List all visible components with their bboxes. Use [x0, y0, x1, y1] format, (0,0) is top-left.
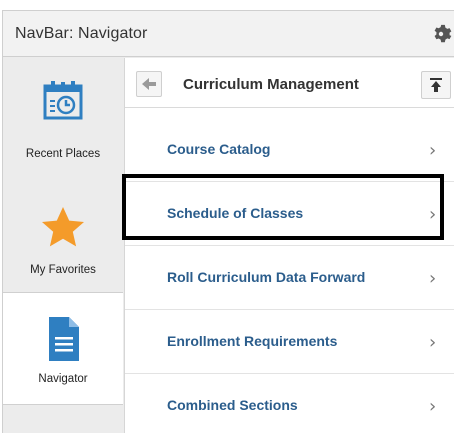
- menu-item-enrollment-requirements[interactable]: Enrollment Requirements ›: [125, 310, 454, 374]
- tile-label-navigator: Navigator: [38, 373, 88, 385]
- back-arrow-icon: [142, 78, 156, 90]
- tile-navigator[interactable]: Navigator: [3, 292, 123, 405]
- document-icon: [49, 317, 79, 361]
- tile-my-favorites[interactable]: My Favorites: [3, 184, 123, 294]
- menu-item-course-catalog[interactable]: Course Catalog ›: [125, 118, 454, 182]
- calendar-clock-icon: [43, 81, 83, 120]
- menu-item-label: Combined Sections: [167, 397, 298, 413]
- back-button[interactable]: [136, 71, 162, 97]
- navbar-tiles: Recent Places My Favorites Navigator: [3, 58, 123, 433]
- navbar-header: NavBar: Navigator: [3, 11, 454, 57]
- navbar-title: NavBar: Navigator: [15, 25, 148, 42]
- chevron-right-icon: ›: [429, 268, 437, 289]
- menu-item-label: Enrollment Requirements: [167, 333, 338, 349]
- menu-item-roll-curriculum-data-forward[interactable]: Roll Curriculum Data Forward ›: [125, 246, 454, 310]
- scroll-to-top-button[interactable]: [421, 71, 451, 99]
- gear-icon[interactable]: [430, 23, 452, 45]
- panel-header: Curriculum Management: [125, 58, 454, 108]
- tile-label-recent-places: Recent Places: [25, 148, 101, 160]
- panel-title: Curriculum Management: [183, 76, 359, 93]
- menu-item-label: Course Catalog: [167, 141, 271, 157]
- scroll-to-top-icon: [430, 78, 442, 92]
- navigator-panel: Curriculum Management Course Catalog › S…: [124, 58, 454, 433]
- tile-label-my-favorites: My Favorites: [30, 264, 96, 276]
- star-icon: [42, 207, 84, 247]
- chevron-right-icon: ›: [429, 396, 437, 417]
- tile-recent-places[interactable]: Recent Places: [3, 62, 123, 172]
- highlight-box: [122, 174, 444, 240]
- chevron-right-icon: ›: [429, 140, 437, 161]
- menu-item-combined-sections[interactable]: Combined Sections ›: [125, 374, 454, 433]
- chevron-right-icon: ›: [429, 332, 437, 353]
- menu-item-label: Roll Curriculum Data Forward: [167, 269, 366, 285]
